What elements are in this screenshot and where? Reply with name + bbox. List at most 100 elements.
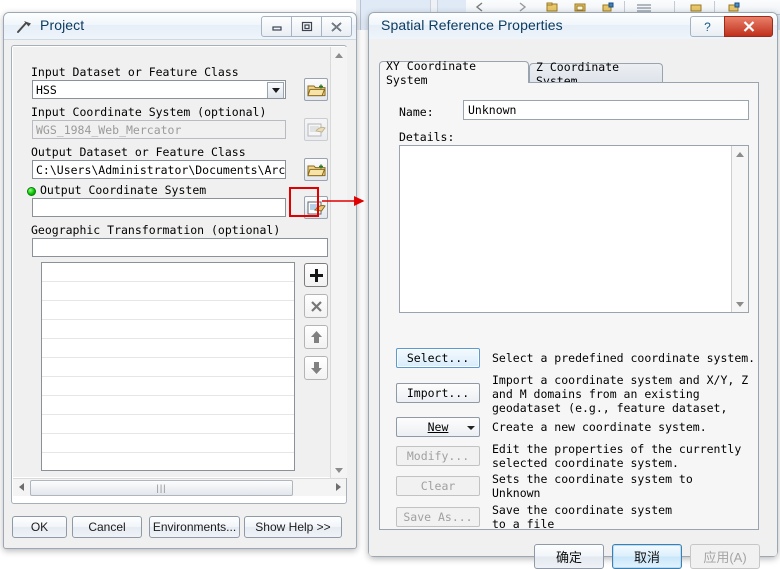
layer-add-icon[interactable] xyxy=(602,2,614,12)
srp-titlebar[interactable]: Spatial Reference Properties ? xyxy=(369,13,777,40)
scroll-up-button[interactable] xyxy=(331,47,347,63)
clear-button: Clear xyxy=(396,476,480,496)
details-scroll-up-button[interactable] xyxy=(732,146,748,162)
hammer-tool-icon xyxy=(17,21,31,33)
plus-icon xyxy=(309,268,323,282)
import-button[interactable]: Import... xyxy=(396,383,480,403)
input-dataset-dropdown-arrow[interactable] xyxy=(267,82,284,98)
details-label: Details: xyxy=(399,130,455,144)
project-dialog-titlebar[interactable]: Project xyxy=(4,13,356,40)
project-dialog[interactable]: Project Input Dataset or Feature Class H… xyxy=(3,12,357,549)
list-item[interactable] xyxy=(42,377,294,396)
list-item[interactable] xyxy=(42,339,294,358)
clear-button-label: Clear xyxy=(420,479,456,493)
close-button[interactable] xyxy=(321,16,352,37)
details-vertical-scrollbar[interactable] xyxy=(731,146,748,312)
input-dataset-browse-button[interactable] xyxy=(304,78,328,101)
select-description: Select a predefined coordinate system. xyxy=(492,351,756,365)
scroll-left-button[interactable] xyxy=(13,479,29,495)
geographic-transformation-field[interactable] xyxy=(32,238,328,257)
save-as-button-label: Save As... xyxy=(403,510,473,524)
project-form-vertical-scrollbar[interactable] xyxy=(330,47,347,478)
project-form-panel: Input Dataset or Feature Class HSS Input… xyxy=(11,45,347,504)
tab-xy-label: XY Coordinate System xyxy=(386,58,477,87)
input-dataset-combobox[interactable]: HSS xyxy=(32,80,286,99)
select-button[interactable]: Select... xyxy=(396,348,480,368)
move-down-button[interactable] xyxy=(304,356,328,380)
list-item[interactable] xyxy=(42,415,294,434)
cancel-button[interactable]: Cancel xyxy=(72,516,142,538)
new-button[interactable]: New xyxy=(396,417,480,437)
modify-button: Modify... xyxy=(396,446,480,466)
scroll-right-button[interactable] xyxy=(330,479,346,495)
environments-button-label: Environments... xyxy=(152,520,237,534)
cancel-button-label: Cancel xyxy=(88,520,126,534)
output-dataset-label: Output Dataset or Feature Class xyxy=(31,145,246,159)
select-button-label: Select... xyxy=(406,351,470,365)
add-button[interactable] xyxy=(304,263,328,287)
question-mark-icon: ? xyxy=(704,19,711,34)
project-dialog-title: Project xyxy=(40,17,85,33)
environments-button[interactable]: Environments... xyxy=(149,516,240,538)
srp-window-buttons[interactable]: ? xyxy=(690,16,773,37)
new-description: Create a new coordinate system. xyxy=(492,420,707,434)
details-scroll-down-button[interactable] xyxy=(732,296,748,312)
input-dataset-value: HSS xyxy=(36,83,57,97)
geographic-transformation-label: Geographic Transformation (optional) xyxy=(31,223,281,237)
output-coordinate-system-field[interactable] xyxy=(32,198,286,217)
tab-z-coordinate-system[interactable]: Z Coordinate System xyxy=(529,60,663,88)
catalog-icon[interactable] xyxy=(690,2,702,12)
list-item[interactable] xyxy=(42,453,294,470)
highlight-output-coordinate-system-button xyxy=(289,187,319,217)
list-item[interactable] xyxy=(42,434,294,453)
chevron-down-icon[interactable] xyxy=(467,426,475,430)
ok-button[interactable]: OK xyxy=(12,516,67,538)
output-dataset-browse-button[interactable] xyxy=(304,158,328,181)
open-folder-icon[interactable] xyxy=(546,2,558,12)
ok-button-label: OK xyxy=(30,520,49,534)
list-item[interactable] xyxy=(42,301,294,320)
new-button-label: New xyxy=(427,420,449,434)
list-item[interactable] xyxy=(42,263,294,282)
minimize-button[interactable] xyxy=(261,16,292,37)
toolbox-icon[interactable] xyxy=(728,2,740,12)
output-dataset-field[interactable]: C:\Users\Administrator\Documents\ArcGIS\… xyxy=(32,160,286,179)
close-icon xyxy=(743,21,754,32)
geographic-transformation-list[interactable] xyxy=(41,262,295,471)
horizontal-scroll-thumb[interactable]: ||| xyxy=(30,480,293,496)
move-up-button[interactable] xyxy=(304,325,328,349)
input-dataset-label: Input Dataset or Feature Class xyxy=(31,65,239,79)
details-panel[interactable] xyxy=(399,145,749,313)
clear-description: Sets the coordinate system to Unknown xyxy=(492,472,693,500)
xy-coordinate-system-panel: Name: Unknown Details: Select... Select … xyxy=(379,82,759,531)
close-button[interactable] xyxy=(724,16,773,37)
list-item[interactable] xyxy=(42,396,294,415)
srp-title: Spatial Reference Properties xyxy=(381,17,563,33)
folder-data-icon[interactable] xyxy=(574,2,586,12)
arrow-up-icon xyxy=(310,331,322,343)
list-item[interactable] xyxy=(42,282,294,301)
help-button[interactable]: ? xyxy=(690,16,725,37)
close-icon xyxy=(331,21,342,32)
table-icon[interactable] xyxy=(636,2,652,12)
show-help-button[interactable]: Show Help >> xyxy=(244,516,342,538)
back-arrow-icon[interactable] xyxy=(474,2,486,12)
project-form-horizontal-scrollbar[interactable]: ||| xyxy=(13,478,346,496)
coordinate-system-name-value: Unknown xyxy=(468,103,517,117)
tab-xy-coordinate-system[interactable]: XY Coordinate System xyxy=(379,59,529,87)
close-x-icon xyxy=(310,300,322,312)
project-window-buttons[interactable] xyxy=(261,16,352,37)
remove-button[interactable] xyxy=(304,294,328,318)
coordinate-system-name-field[interactable]: Unknown xyxy=(463,100,749,120)
list-item[interactable] xyxy=(42,358,294,377)
spatial-reference-properties-dialog[interactable]: Spatial Reference Properties ? XY Coordi… xyxy=(368,12,778,569)
coordinate-system-icon xyxy=(307,123,326,137)
show-help-button-label: Show Help >> xyxy=(255,520,331,534)
save-as-button: Save As... xyxy=(396,507,480,527)
scroll-down-button[interactable] xyxy=(331,462,347,478)
list-item[interactable] xyxy=(42,320,294,339)
srp-client-area: XY Coordinate System Z Coordinate System… xyxy=(369,39,777,569)
modify-button-label: Modify... xyxy=(406,449,470,463)
forward-arrow-icon[interactable] xyxy=(516,2,528,12)
restore-button[interactable] xyxy=(291,16,322,37)
